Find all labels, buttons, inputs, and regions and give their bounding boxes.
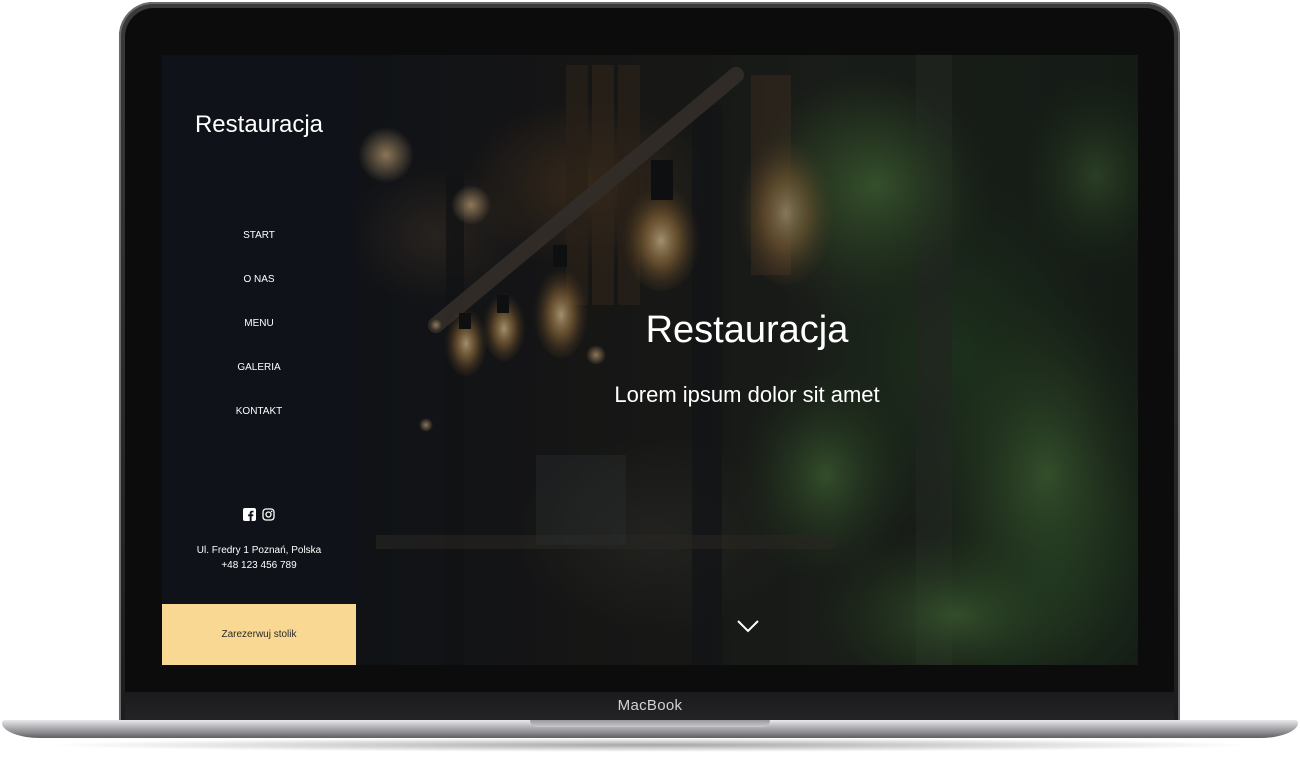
laptop-mockup: Restauracja START O NAS MENU GALERIA KON…	[0, 0, 1300, 763]
nav-item-kontakt[interactable]: KONTAKT	[162, 405, 356, 449]
nav-item-galeria[interactable]: GALERIA	[162, 361, 356, 405]
hero-subtitle: Lorem ipsum dolor sit amet	[614, 382, 880, 407]
main-nav: START O NAS MENU GALERIA KONTAKT	[162, 229, 356, 449]
laptop-brand-label: MacBook	[617, 697, 683, 714]
website-screen: Restauracja START O NAS MENU GALERIA KON…	[162, 55, 1138, 665]
hero-section: Restauracja Lorem ipsum dolor sit amet	[356, 55, 1138, 665]
nav-item-start[interactable]: START	[162, 229, 356, 273]
instagram-icon[interactable]	[262, 508, 275, 521]
hero-dim-overlay	[356, 55, 1138, 665]
site-logo[interactable]: Restauracja	[162, 111, 356, 139]
laptop-shadow	[40, 738, 1260, 752]
reserve-table-button[interactable]: Zarezerwuj stolik	[162, 604, 356, 665]
contact-info: Ul. Fredry 1 Poznań, Polska +48 123 456 …	[162, 543, 356, 573]
chevron-down-icon[interactable]	[736, 618, 760, 634]
social-links	[162, 508, 356, 521]
nav-item-menu[interactable]: MENU	[162, 317, 356, 361]
hero-title: Restauracja	[645, 309, 849, 351]
nav-item-o-nas[interactable]: O NAS	[162, 273, 356, 317]
sidebar: Restauracja START O NAS MENU GALERIA KON…	[162, 55, 356, 665]
laptop-opening-notch	[530, 720, 770, 727]
address-text: Ul. Fredry 1 Poznań, Polska	[196, 545, 322, 556]
phone-text: +48 123 456 789	[221, 560, 297, 571]
facebook-icon[interactable]	[243, 508, 256, 521]
